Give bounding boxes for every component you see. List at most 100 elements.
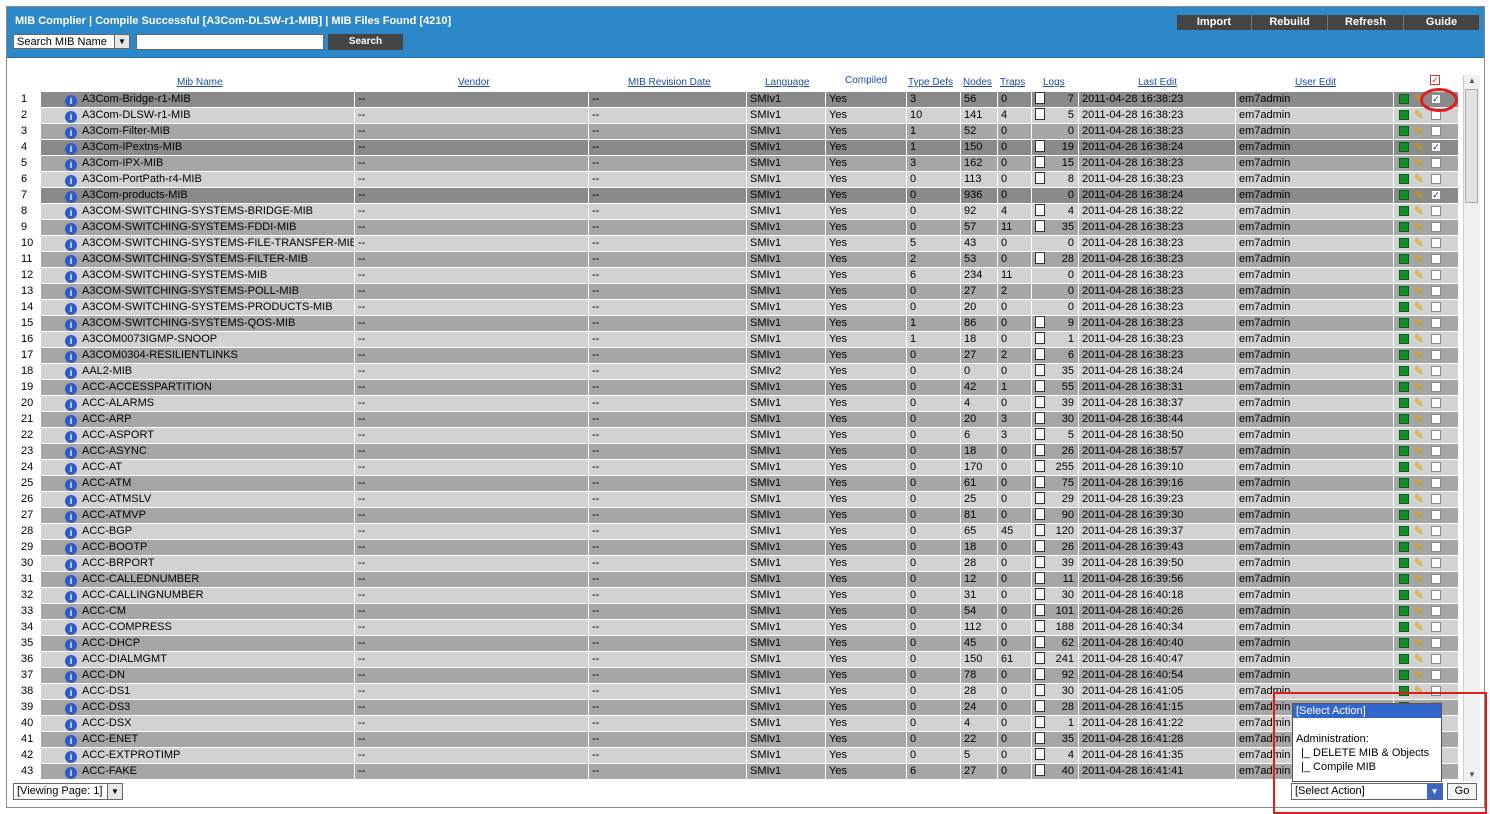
info-icon[interactable]: i xyxy=(65,223,77,235)
pencil-icon[interactable]: ✎ xyxy=(1414,445,1426,458)
table-row[interactable]: 35 i ACC-DHCP -- -- SMIv1 Yes 0 45 0 62 2011-04-28 … xyxy=(21,636,1458,651)
save-icon[interactable] xyxy=(1399,270,1409,280)
import-button[interactable]: Import xyxy=(1177,15,1252,30)
pencil-icon[interactable]: ✎ xyxy=(1414,269,1426,282)
row-checkbox[interactable] xyxy=(1431,158,1441,168)
info-icon[interactable]: i xyxy=(65,431,77,443)
table-row[interactable]: 2 i A3Com-DLSW-r1-MIB -- -- SMIv1 Yes 10 141 4 5 20… xyxy=(21,108,1458,123)
pencil-icon[interactable]: ✎ xyxy=(1414,205,1426,218)
page-select[interactable]: [Viewing Page: 1] ▼ xyxy=(13,783,123,800)
info-icon[interactable]: i xyxy=(65,351,77,363)
save-icon[interactable] xyxy=(1399,158,1409,168)
save-icon[interactable] xyxy=(1399,190,1409,200)
info-icon[interactable]: i xyxy=(65,511,77,523)
info-icon[interactable]: i xyxy=(65,463,77,475)
log-file-icon[interactable] xyxy=(1035,652,1045,664)
info-icon[interactable]: i xyxy=(65,95,77,107)
save-icon[interactable] xyxy=(1399,142,1409,152)
log-file-icon[interactable] xyxy=(1035,364,1045,376)
col-language[interactable]: Language xyxy=(765,77,810,93)
row-checkbox[interactable] xyxy=(1431,638,1441,648)
log-file-icon[interactable] xyxy=(1035,204,1045,216)
row-checkbox[interactable] xyxy=(1431,558,1441,568)
info-icon[interactable]: i xyxy=(65,175,77,187)
row-checkbox[interactable] xyxy=(1431,574,1441,584)
table-row[interactable]: 36 i ACC-DIALMGMT -- -- SMIv1 Yes 0 150 61 241 2011… xyxy=(21,652,1458,667)
save-icon[interactable] xyxy=(1399,126,1409,136)
table-row[interactable]: 30 i ACC-BRPORT -- -- SMIv1 Yes 0 28 0 39 2011-04-2… xyxy=(21,556,1458,571)
pencil-icon[interactable]: ✎ xyxy=(1414,285,1426,298)
log-file-icon[interactable] xyxy=(1035,156,1045,168)
row-checkbox[interactable] xyxy=(1431,174,1441,184)
col-logs[interactable]: Logs xyxy=(1043,77,1065,93)
col-mib-name-link[interactable]: Mib Name xyxy=(177,77,223,88)
pencil-icon[interactable]: ✎ xyxy=(1414,333,1426,346)
info-icon[interactable]: i xyxy=(65,495,77,507)
table-row[interactable]: 37 i ACC-DN -- -- SMIv1 Yes 0 78 0 92 2011-04-28 16… xyxy=(21,668,1458,683)
row-checkbox[interactable]: ✓ xyxy=(1431,190,1441,200)
table-row[interactable]: 11 i A3COM-SWITCHING-SYSTEMS-FILTER-MIB -- -… xyxy=(21,252,1458,267)
table-row[interactable]: 5 i A3Com-IPX-MIB -- -- SMIv1 Yes 3 162 0 15 2011-0… xyxy=(21,156,1458,171)
table-row[interactable]: 14 i A3COM-SWITCHING-SYSTEMS-PRODUCTS-MIB -… xyxy=(21,300,1458,315)
pencil-icon[interactable]: ✎ xyxy=(1414,509,1426,522)
log-file-icon[interactable] xyxy=(1035,732,1045,744)
select-all-checkbox[interactable]: ✓ xyxy=(1430,75,1440,85)
info-icon[interactable]: i xyxy=(65,399,77,411)
pencil-icon[interactable]: ✎ xyxy=(1414,429,1426,442)
row-checkbox[interactable] xyxy=(1431,462,1441,472)
table-row[interactable]: 40 i ACC-DSX -- -- SMIv1 Yes 0 4 0 1 2011-04-28 16:… xyxy=(21,716,1458,731)
row-checkbox[interactable] xyxy=(1431,334,1441,344)
log-file-icon[interactable] xyxy=(1035,140,1045,152)
log-file-icon[interactable] xyxy=(1035,764,1045,776)
info-icon[interactable]: i xyxy=(65,143,77,155)
pencil-icon[interactable]: ✎ xyxy=(1414,653,1426,666)
row-checkbox[interactable] xyxy=(1431,254,1441,264)
info-icon[interactable]: i xyxy=(65,207,77,219)
save-icon[interactable] xyxy=(1399,494,1409,504)
scroll-up-icon[interactable]: ▲ xyxy=(1464,75,1480,87)
table-row[interactable]: 23 i ACC-ASYNC -- -- SMIv1 Yes 0 18 0 26 2011-04-28… xyxy=(21,444,1458,459)
save-icon[interactable] xyxy=(1399,254,1409,264)
log-file-icon[interactable] xyxy=(1035,476,1045,488)
guide-button[interactable]: Guide xyxy=(1404,15,1480,30)
log-file-icon[interactable] xyxy=(1035,252,1045,264)
row-checkbox[interactable] xyxy=(1431,382,1441,392)
col-traps-link[interactable]: Traps xyxy=(1000,77,1025,88)
table-row[interactable]: 28 i ACC-BGP -- -- SMIv1 Yes 0 65 45 120 2011-04-28… xyxy=(21,524,1458,539)
log-file-icon[interactable] xyxy=(1035,524,1045,536)
log-file-icon[interactable] xyxy=(1035,636,1045,648)
info-icon[interactable]: i xyxy=(65,127,77,139)
col-traps[interactable]: Traps xyxy=(1000,77,1025,93)
log-file-icon[interactable] xyxy=(1035,540,1045,552)
save-icon[interactable] xyxy=(1399,574,1409,584)
row-checkbox[interactable] xyxy=(1431,286,1441,296)
table-row[interactable]: 16 i A3COM0073IGMP-SNOOP -- -- SMIv1 Yes 1 18 0 1 2… xyxy=(21,332,1458,347)
col-last-edit[interactable]: Last Edit xyxy=(1138,77,1177,93)
log-file-icon[interactable] xyxy=(1035,92,1045,104)
pencil-icon[interactable]: ✎ xyxy=(1414,621,1426,634)
row-checkbox[interactable] xyxy=(1431,270,1441,280)
table-row[interactable]: 31 i ACC-CALLEDNUMBER -- -- SMIv1 Yes 0 12 0 11 201… xyxy=(21,572,1458,587)
row-checkbox[interactable] xyxy=(1431,542,1441,552)
table-row[interactable]: 12 i A3COM-SWITCHING-SYSTEMS-MIB -- -- SMIv1 Y… xyxy=(21,268,1458,283)
table-row[interactable]: 33 i ACC-CM -- -- SMIv1 Yes 0 54 0 101 2011-04-28 1… xyxy=(21,604,1458,619)
info-icon[interactable]: i xyxy=(65,319,77,331)
table-row[interactable]: 1 i A3Com-Bridge-r1-MIB -- -- SMIv1 Yes 3 56 0 7 20… xyxy=(21,92,1458,107)
info-icon[interactable]: i xyxy=(65,671,77,683)
pencil-icon[interactable]: ✎ xyxy=(1414,253,1426,266)
pencil-icon[interactable]: ✎ xyxy=(1414,237,1426,250)
search-button[interactable]: Search xyxy=(328,34,403,50)
info-icon[interactable]: i xyxy=(65,687,77,699)
info-icon[interactable]: i xyxy=(65,111,77,123)
pencil-icon[interactable]: ✎ xyxy=(1414,141,1426,154)
pencil-icon[interactable]: ✎ xyxy=(1414,557,1426,570)
log-file-icon[interactable] xyxy=(1035,460,1045,472)
pencil-icon[interactable]: ✎ xyxy=(1414,413,1426,426)
table-row[interactable]: 39 i ACC-DS3 -- -- SMIv1 Yes 0 24 0 28 2011-04-28 1… xyxy=(21,700,1458,715)
info-icon[interactable]: i xyxy=(65,623,77,635)
info-icon[interactable]: i xyxy=(65,751,77,763)
pencil-icon[interactable]: ✎ xyxy=(1414,349,1426,362)
save-icon[interactable] xyxy=(1399,238,1409,248)
col-typedefs-link[interactable]: Type Defs xyxy=(908,77,953,88)
table-row[interactable]: 42 i ACC-EXTPROTIMP -- -- SMIv1 Yes 0 5 0 4 2011-04… xyxy=(21,748,1458,763)
